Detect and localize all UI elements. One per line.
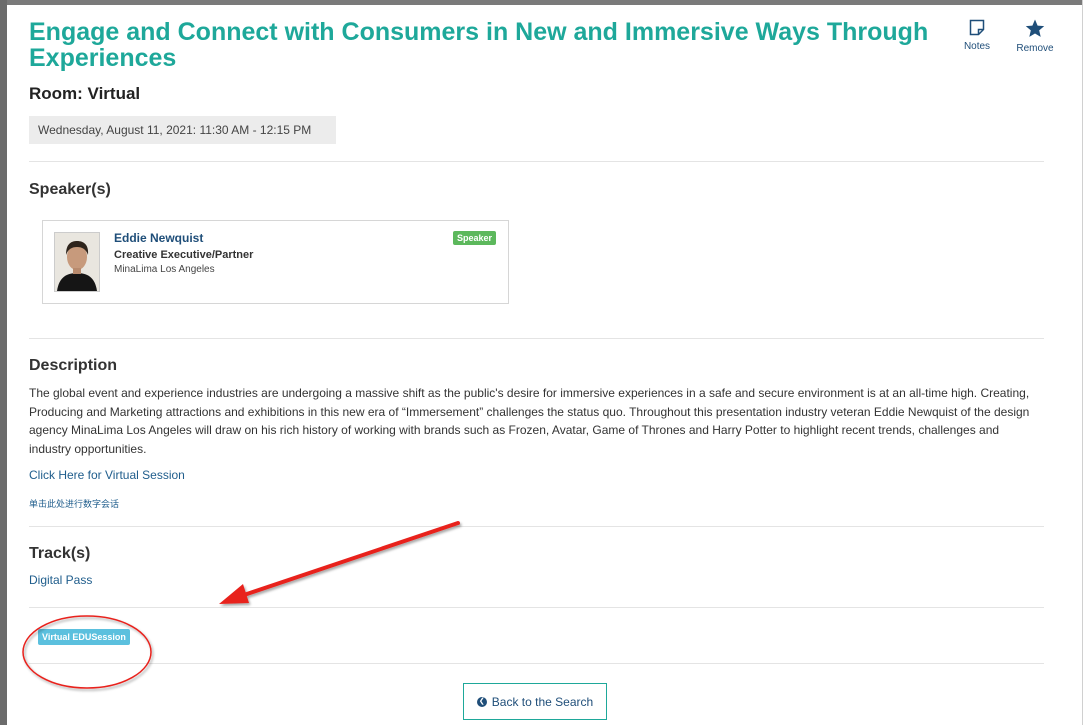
speaker-avatar bbox=[54, 232, 100, 292]
notes-button[interactable]: Notes bbox=[959, 19, 995, 52]
tracks-heading: Track(s) bbox=[29, 545, 91, 562]
remove-label: Remove bbox=[1016, 43, 1054, 54]
speaker-role: Creative Executive/Partner bbox=[114, 249, 254, 261]
divider bbox=[29, 338, 1044, 339]
description-heading: Description bbox=[29, 357, 118, 374]
chevron-left-circle-icon: ❮ bbox=[476, 696, 487, 707]
virtual-session-link-chinese[interactable]: 单击此处进行数字会话 bbox=[29, 497, 119, 510]
notes-label: Notes bbox=[963, 41, 991, 52]
window-left-border bbox=[0, 0, 7, 725]
divider bbox=[29, 663, 1044, 664]
red-arrow-annotation bbox=[219, 521, 460, 604]
speaker-organization: MinaLima Los Angeles bbox=[114, 264, 215, 275]
speaker-name-link[interactable]: Eddie Newquist bbox=[114, 231, 203, 245]
back-to-search-label: Back to the Search bbox=[491, 694, 594, 709]
session-title: Engage and Connect with Consumers in New… bbox=[29, 18, 929, 72]
description-text: The global event and experience industri… bbox=[29, 386, 1030, 456]
track-link-digital-pass[interactable]: Digital Pass bbox=[29, 573, 92, 587]
star-icon bbox=[1025, 19, 1045, 41]
speakers-heading: Speaker(s) bbox=[29, 181, 111, 198]
room-heading: Room: Virtual bbox=[29, 84, 141, 103]
back-to-search-button[interactable]: ❮ Back to the Search bbox=[463, 683, 607, 720]
red-circle-annotation bbox=[22, 615, 152, 689]
window-top-border bbox=[0, 0, 1083, 5]
divider bbox=[29, 607, 1044, 608]
divider bbox=[29, 526, 1044, 527]
session-type-tag: Virtual EDUSession bbox=[38, 629, 130, 645]
virtual-session-link[interactable]: Click Here for Virtual Session bbox=[29, 468, 185, 482]
annotation-overlay bbox=[22, 521, 460, 689]
speaker-card: Eddie Newquist Creative Executive/Partne… bbox=[42, 220, 509, 304]
note-icon bbox=[969, 19, 985, 39]
divider bbox=[29, 161, 1044, 162]
remove-button[interactable]: Remove bbox=[1012, 19, 1058, 54]
speaker-badge: Speaker bbox=[453, 231, 497, 245]
session-datetime: Wednesday, August 11, 2021: 11:30 AM - 1… bbox=[29, 116, 336, 144]
